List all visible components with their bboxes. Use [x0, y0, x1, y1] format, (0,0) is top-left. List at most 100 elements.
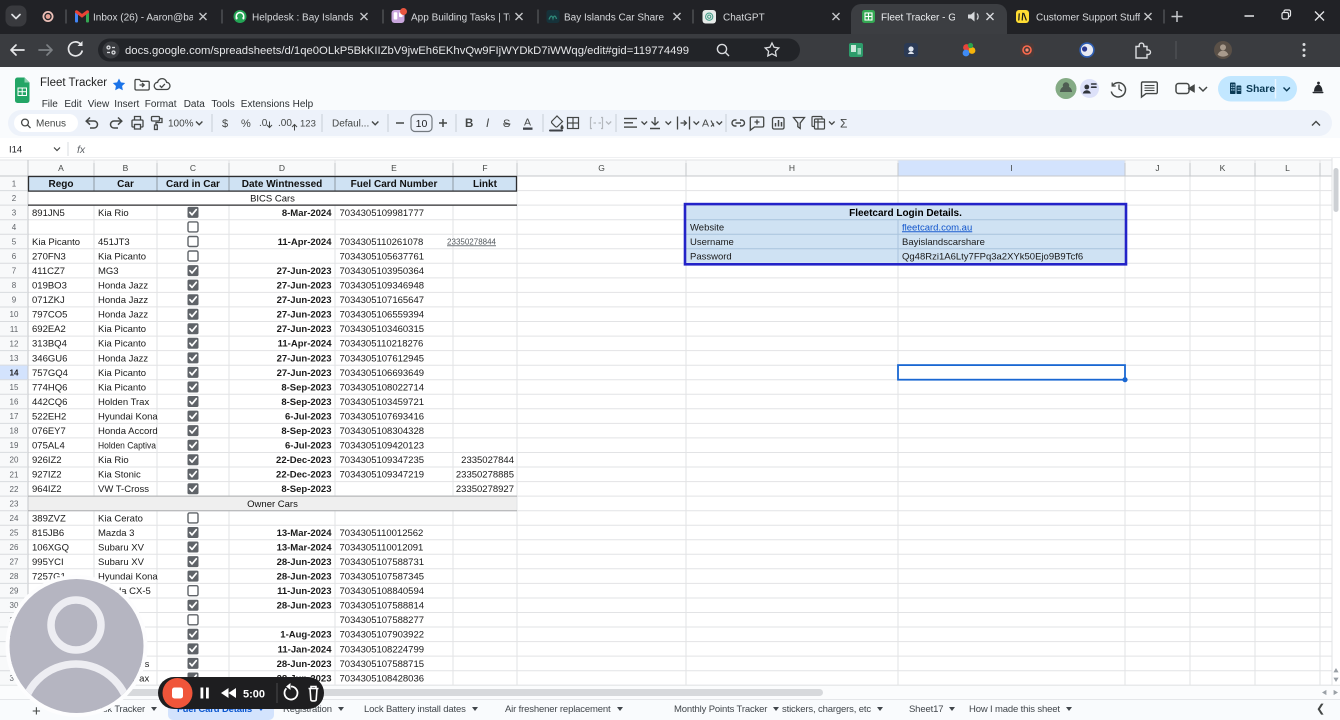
svg-text:7034305110261078: 7034305110261078 [340, 237, 424, 248]
svg-text:9: 9 [12, 296, 17, 305]
svg-text:313BQ4: 313BQ4 [32, 339, 67, 350]
svg-text:7034305107165647: 7034305107165647 [340, 295, 425, 306]
svg-text:14: 14 [10, 368, 19, 377]
svg-text:Password: Password [690, 251, 732, 262]
svg-text:15: 15 [10, 383, 19, 392]
svg-text:BICS Cars: BICS Cars [250, 193, 295, 204]
svg-text:Kia Picanto: Kia Picanto [98, 368, 146, 379]
svg-text:4: 4 [12, 223, 17, 232]
svg-text:Username: Username [690, 237, 734, 248]
svg-text:J: J [1155, 163, 1159, 173]
svg-text:522EH2: 522EH2 [32, 412, 66, 423]
svg-text:7034305105637761: 7034305105637761 [340, 251, 425, 262]
svg-text:7034305106693649: 7034305106693649 [340, 368, 425, 379]
svg-text:Date Wintnessed: Date Wintnessed [242, 179, 322, 190]
svg-text:Car: Car [117, 179, 134, 190]
svg-text:13-Mar-2024: 13-Mar-2024 [277, 542, 333, 553]
svg-text:Kia Rio: Kia Rio [98, 455, 129, 466]
svg-text:23350278885: 23350278885 [456, 470, 514, 481]
svg-text:Fuel Card Number: Fuel Card Number [351, 179, 438, 190]
svg-text:28-Jun-2023: 28-Jun-2023 [277, 659, 332, 670]
svg-text:451JT3: 451JT3 [98, 237, 130, 248]
svg-text:28-Jun-2023: 28-Jun-2023 [277, 601, 332, 612]
svg-text:7034305107588277: 7034305107588277 [340, 615, 425, 626]
svg-text:22-Dec-2023: 22-Dec-2023 [276, 455, 331, 466]
svg-text:7034305109420123: 7034305109420123 [340, 441, 425, 452]
svg-text:3: 3 [12, 208, 17, 217]
svg-text:6-Jul-2023: 6-Jul-2023 [285, 441, 331, 452]
svg-text:11-Jan-2024: 11-Jan-2024 [278, 644, 333, 655]
svg-text:22-Dec-2023: 22-Dec-2023 [276, 470, 331, 481]
svg-text:Subaru XV: Subaru XV [98, 557, 145, 568]
svg-text:927IZ2: 927IZ2 [32, 470, 62, 481]
svg-text:815JB6: 815JB6 [32, 528, 64, 539]
svg-text:8-Sep-2023: 8-Sep-2023 [281, 426, 331, 437]
svg-text:27-Jun-2023: 27-Jun-2023 [277, 310, 332, 321]
svg-text:Fleetcard Login Details.: Fleetcard Login Details. [849, 208, 962, 219]
svg-text:5: 5 [12, 238, 17, 247]
svg-text:27-Jun-2023: 27-Jun-2023 [277, 324, 332, 335]
svg-text:8: 8 [12, 281, 17, 290]
svg-text:27-Jun-2023: 27-Jun-2023 [277, 368, 332, 379]
svg-text:7034305103459721: 7034305103459721 [340, 397, 425, 408]
svg-text:Honda Accord: Honda Accord [98, 426, 158, 437]
svg-text:Kia Picanto: Kia Picanto [98, 324, 146, 335]
svg-text:11-Apr-2024: 11-Apr-2024 [278, 237, 333, 248]
svg-text:Kia Picanto: Kia Picanto [98, 382, 146, 393]
svg-text:20: 20 [10, 456, 19, 465]
svg-text:6-Jul-2023: 6-Jul-2023 [285, 412, 331, 423]
svg-text:7034305108224799: 7034305108224799 [340, 644, 425, 655]
svg-text:995YCI: 995YCI [32, 557, 64, 568]
svg-text:7034305107612945: 7034305107612945 [340, 353, 425, 364]
svg-text:MG3: MG3 [98, 266, 119, 277]
svg-text:Honda Jazz: Honda Jazz [98, 353, 148, 364]
svg-text:891JN5: 891JN5 [32, 208, 65, 219]
svg-text:8-Sep-2023: 8-Sep-2023 [281, 382, 331, 393]
svg-text:VW T-Cross: VW T-Cross [98, 484, 149, 495]
svg-text:Owner Cars: Owner Cars [247, 499, 298, 510]
svg-text:270FN3: 270FN3 [32, 251, 66, 262]
svg-text:106XGQ: 106XGQ [32, 542, 69, 553]
svg-text:7034305109981777: 7034305109981777 [340, 208, 425, 219]
svg-text:Kia Rio: Kia Rio [98, 208, 129, 219]
svg-text:774HQ6: 774HQ6 [32, 382, 67, 393]
svg-text:Kia Cerato: Kia Cerato [98, 513, 143, 524]
svg-text:075AL4: 075AL4 [32, 441, 65, 452]
svg-text:1-Aug-2023: 1-Aug-2023 [280, 630, 331, 641]
svg-text:E: E [391, 163, 397, 173]
svg-text:2: 2 [12, 194, 17, 203]
svg-text:8-Sep-2023: 8-Sep-2023 [281, 397, 331, 408]
svg-text:23: 23 [10, 499, 19, 508]
svg-text:11: 11 [10, 325, 19, 334]
svg-text:23350278927: 23350278927 [456, 484, 514, 495]
svg-text:I: I [1010, 163, 1012, 173]
svg-text:27-Jun-2023: 27-Jun-2023 [277, 266, 332, 277]
svg-text:7034305107588715: 7034305107588715 [340, 659, 425, 670]
svg-text:071ZKJ: 071ZKJ [32, 295, 65, 306]
svg-text:346GU6: 346GU6 [32, 353, 67, 364]
svg-text:019BO3: 019BO3 [32, 281, 67, 292]
svg-text:11-Jun-2023: 11-Jun-2023 [277, 586, 331, 597]
svg-text:21: 21 [10, 470, 19, 479]
svg-text:Mazda 3: Mazda 3 [98, 528, 134, 539]
svg-text:27-Jun-2023: 27-Jun-2023 [277, 353, 332, 364]
svg-text:Honda Jazz: Honda Jazz [98, 295, 148, 306]
svg-text:Card in Car: Card in Car [166, 179, 220, 190]
svg-text:411CZ7: 411CZ7 [32, 266, 65, 277]
svg-text:7: 7 [12, 267, 17, 276]
svg-text:7034305107903922: 7034305107903922 [340, 630, 425, 641]
svg-text:757GQ4: 757GQ4 [32, 368, 68, 379]
svg-text:5:00: 5:00 [243, 689, 265, 701]
svg-text:7034305107587345: 7034305107587345 [340, 572, 425, 583]
svg-text:26: 26 [10, 543, 19, 552]
svg-text:Kia Picanto: Kia Picanto [98, 339, 146, 350]
svg-text:Holden Trax: Holden Trax [98, 397, 149, 408]
svg-text:28-Jun-2023: 28-Jun-2023 [277, 557, 332, 568]
svg-text:7034305109347235: 7034305109347235 [340, 455, 425, 466]
svg-text:7034305110012091: 7034305110012091 [340, 542, 424, 553]
svg-text:1: 1 [12, 179, 17, 188]
svg-text:B: B [123, 163, 129, 173]
svg-text:13-Mar-2024: 13-Mar-2024 [277, 528, 333, 539]
svg-text:K: K [1220, 163, 1226, 173]
svg-text:10: 10 [10, 310, 19, 319]
